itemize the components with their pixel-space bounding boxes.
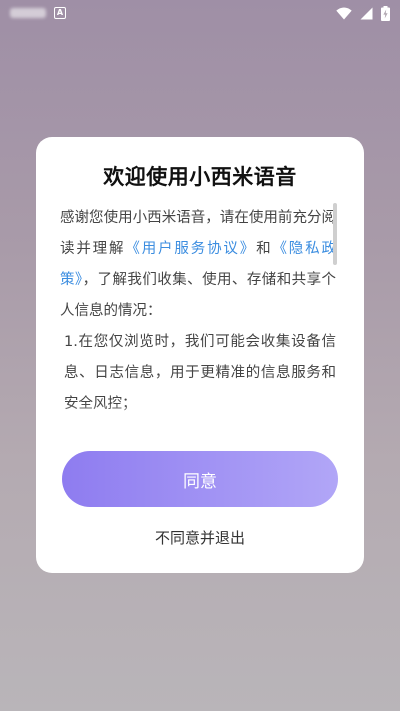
dialog-content: 感谢您使用小西米语音，请在使用前充分阅读并理解《用户服务协议》和《隐私政策》，了… <box>60 203 336 420</box>
screen: A 欢迎使用小西米语音 感谢您使用小西米语音，请在使用前充分阅读并理解《用户服务… <box>0 0 400 711</box>
content-scrollbar[interactable] <box>333 203 337 265</box>
notification-a-icon: A <box>54 7 66 19</box>
disagree-exit-button[interactable]: 不同意并退出 <box>36 527 364 548</box>
status-bar: A <box>0 0 400 26</box>
battery-charging-icon <box>381 5 390 21</box>
intro-paragraph: 感谢您使用小西米语音，请在使用前充分阅读并理解《用户服务协议》和《隐私政策》，了… <box>60 203 336 327</box>
intro-text-after: ，了解我们收集、使用、存储和共享个人信息的情况： <box>60 272 336 319</box>
signal-icon <box>360 7 373 19</box>
dialog-content-scroll[interactable]: 感谢您使用小西米语音，请在使用前充分阅读并理解《用户服务协议》和《隐私政策》，了… <box>60 203 336 429</box>
privacy-dialog: 欢迎使用小西米语音 感谢您使用小西米语音，请在使用前充分阅读并理解《用户服务协议… <box>36 137 364 573</box>
wifi-icon <box>336 7 352 19</box>
dialog-title: 欢迎使用小西米语音 <box>103 165 297 189</box>
user-agreement-link[interactable]: 《用户服务协议》 <box>125 241 256 257</box>
browsing-info-paragraph: 1.在您仅浏览时，我们可能会收集设备信息、日志信息，用于更精准的信息服务和安全风… <box>64 334 336 412</box>
status-right <box>336 5 390 21</box>
status-left: A <box>10 7 66 19</box>
status-time-blurred <box>10 8 46 18</box>
intro-text-middle: 和 <box>256 241 273 257</box>
agree-button[interactable]: 同意 <box>62 451 338 507</box>
